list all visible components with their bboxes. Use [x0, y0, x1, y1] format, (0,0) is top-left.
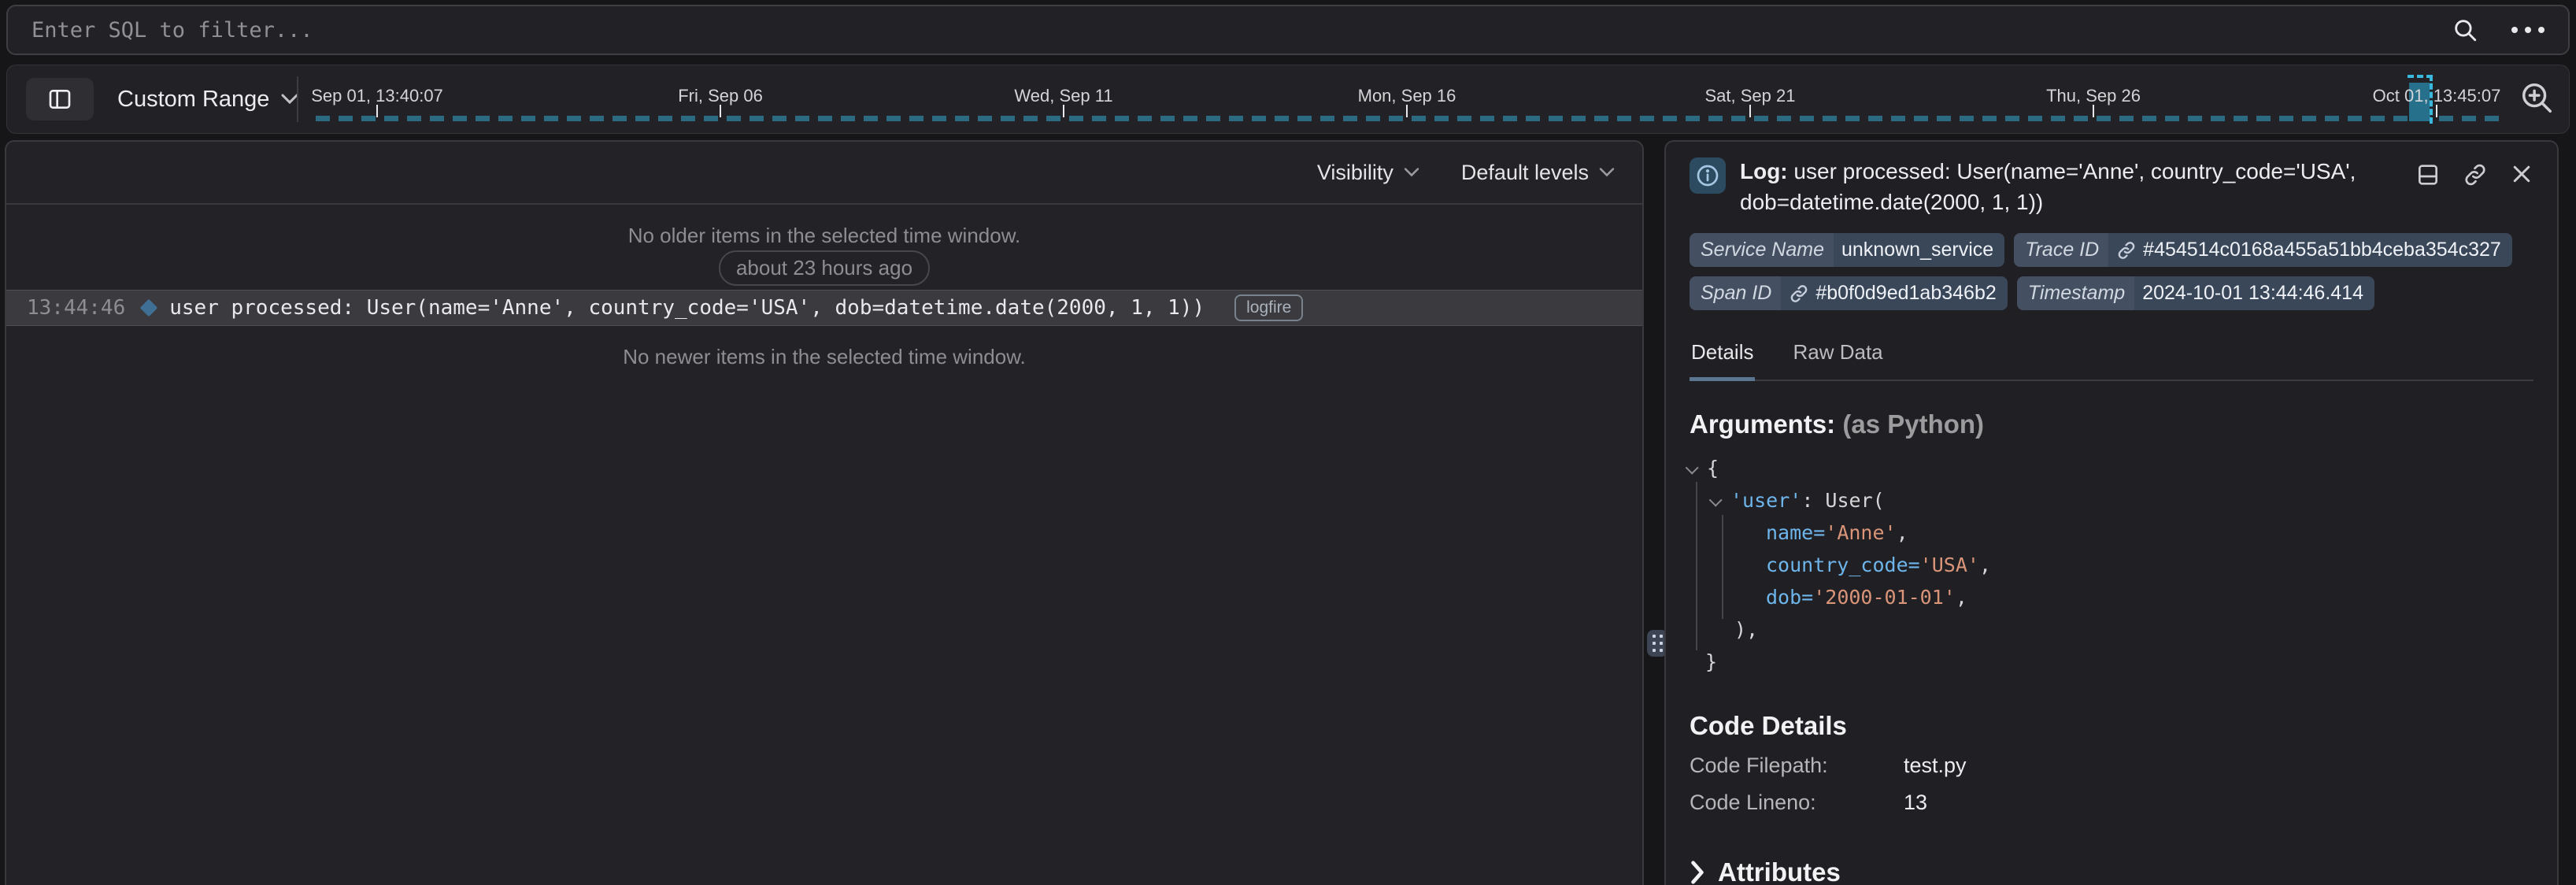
code-line: }	[1690, 646, 2533, 678]
indent-guide	[1722, 515, 1723, 619]
timeline-tick-mark	[2093, 105, 2094, 117]
badge-value: #454514c0168a455a51bb4ceba354c327	[2108, 233, 2512, 267]
code-detail-row: Code Filepath:test.py	[1690, 754, 2533, 778]
detail-title: Log: user processed: User(name='Anne', c…	[1740, 156, 2415, 217]
time-range-label: Custom Range	[117, 87, 269, 113]
badge-value: 2024-10-01 13:44:46.414	[2134, 276, 2374, 310]
log-message: user processed: User(name='Anne', countr…	[169, 296, 1205, 320]
meta-badge: Service Nameunknown_service	[1690, 233, 2004, 267]
log-list-body: No older items in the selected time wind…	[6, 205, 1642, 885]
meta-badge: Timestamp2024-10-01 13:44:46.414	[2017, 276, 2374, 310]
badge-label: Timestamp	[2017, 276, 2134, 310]
code-line: name='Anne',	[1690, 517, 2533, 549]
code-line: dob='2000-01-01',	[1690, 581, 2533, 613]
sidebar-toggle-button[interactable]	[26, 78, 94, 120]
timeline-tick-mark	[2436, 105, 2437, 117]
badge-value: #b0f0d9ed1ab346b2	[1781, 276, 2007, 310]
timeline-tick-mark	[1063, 105, 1064, 117]
visibility-dropdown[interactable]: Visibility	[1317, 161, 1420, 185]
chevron-right-icon	[1690, 861, 1705, 884]
timeline-tick-mark	[1749, 105, 1751, 117]
detail-title-text: user processed: User(name='Anne', countr…	[1740, 159, 2356, 214]
code-detail-value: test.py	[1904, 754, 1967, 778]
sql-filter-bar[interactable]: Enter SQL to filter...	[6, 5, 2570, 55]
badges: Service Nameunknown_service Trace ID #454…	[1690, 233, 2527, 310]
attributes-toggle[interactable]: Attributes	[1690, 857, 2533, 885]
attributes-label: Attributes	[1718, 857, 1841, 885]
timeline-tick-label: Sat, Sep 21	[1705, 86, 1796, 106]
code-line: ),	[1690, 613, 2533, 646]
code-details-rows: Code Filepath:test.pyCode Lineno:13	[1690, 754, 2533, 815]
timeline-divider	[297, 76, 298, 122]
timeline-tick-label: Mon, Sep 16	[1358, 86, 1456, 106]
timeline-tick-label: Sep 01, 13:40:07	[311, 86, 443, 106]
collapse-caret-icon[interactable]	[1709, 494, 1723, 507]
close-icon[interactable]	[2510, 162, 2533, 186]
timeline-track[interactable]: Sep 01, 13:40:07Fri, Sep 06Wed, Sep 11Mo…	[316, 65, 2500, 133]
more-options-icon[interactable]	[2511, 27, 2545, 33]
collapse-caret-icon[interactable]	[1686, 461, 1699, 475]
timeline-tick-mark	[1406, 105, 1408, 117]
timeline-tick-label: Oct 01, 13:45:07	[2373, 86, 2501, 106]
arguments-code-tree: {'user': User(name='Anne',country_code='…	[1690, 452, 2533, 678]
log-time: 13:44:46	[27, 296, 125, 320]
default-levels-label: Default levels	[1461, 161, 1589, 185]
copy-link-icon[interactable]	[2463, 162, 2488, 187]
code-detail-row: Code Lineno:13	[1690, 791, 2533, 815]
zoom-in-icon	[2519, 80, 2555, 116]
app-window: Enter SQL to filter... Custom Range Sep …	[0, 0, 2576, 885]
sidebar-toggle-icon	[47, 87, 72, 112]
badge-label: Trace ID	[2014, 233, 2108, 267]
tabs: Details Raw Data	[1690, 331, 2533, 381]
search-icon[interactable]	[2452, 17, 2478, 43]
timeline-tick-label: Thu, Sep 26	[2046, 86, 2141, 106]
log-level-diamond-icon	[140, 299, 158, 317]
tab-raw-data[interactable]: Raw Data	[1791, 331, 1884, 380]
timeline-tick-mark	[376, 105, 378, 117]
timeline-baseline	[316, 116, 2500, 121]
timeline-tick-label: Wed, Sep 11	[1014, 86, 1112, 106]
sql-filter-input[interactable]: Enter SQL to filter...	[31, 18, 2452, 43]
detail-header: Log: user processed: User(name='Anne', c…	[1690, 156, 2533, 217]
code-detail-label: Code Filepath:	[1690, 754, 1904, 778]
logfire-tag: logfire	[1234, 294, 1303, 321]
code-line: 'user': User(	[1690, 484, 2533, 517]
log-row[interactable]: 13:44:46 user processed: User(name='Anne…	[6, 290, 1642, 326]
info-icon	[1690, 157, 1726, 194]
timeline-tick-mark	[720, 105, 721, 117]
meta-badge[interactable]: Span ID #b0f0d9ed1ab346b2	[1690, 276, 2008, 310]
link-icon[interactable]	[2116, 240, 2137, 261]
code-line: country_code='USA',	[1690, 549, 2533, 581]
time-range-selector[interactable]: Custom Range	[117, 65, 299, 133]
timeline-bar: Custom Range Sep 01, 13:40:07 Fri, Sep 06…	[6, 65, 2570, 134]
timeline-tick-label: Fri, Sep 06	[678, 86, 763, 106]
arguments-heading-text: Arguments:	[1690, 409, 1835, 439]
default-levels-dropdown[interactable]: Default levels	[1461, 161, 1616, 185]
log-list-panel: Visibility Default levels No older items…	[5, 140, 1644, 885]
indent-guide	[1696, 482, 1697, 650]
chevron-down-icon	[1598, 167, 1616, 178]
code-line: {	[1690, 452, 2533, 484]
dock-panel-icon[interactable]	[2415, 162, 2441, 187]
no-newer-message: No newer items in the selected time wind…	[6, 345, 1642, 369]
code-detail-value: 13	[1904, 791, 1927, 815]
badge-label: Span ID	[1690, 276, 1781, 310]
chevron-down-icon	[1403, 167, 1420, 178]
log-detail-panel: Log: user processed: User(name='Anne', c…	[1664, 140, 2559, 885]
arguments-heading: Arguments: (as Python)	[1690, 409, 2533, 439]
link-icon[interactable]	[1789, 283, 1809, 304]
zoom-in-button[interactable]	[2519, 80, 2555, 116]
no-older-message: No older items in the selected time wind…	[6, 224, 1642, 248]
code-detail-label: Code Lineno:	[1690, 791, 1904, 815]
time-ago-badge: about 23 hours ago	[719, 250, 930, 286]
detail-title-prefix: Log:	[1740, 159, 1788, 183]
badge-value: unknown_service	[1834, 233, 2004, 267]
visibility-label: Visibility	[1317, 161, 1393, 185]
code-details-heading: Code Details	[1690, 711, 2533, 741]
tab-details[interactable]: Details	[1690, 331, 1755, 381]
badge-label: Service Name	[1690, 233, 1834, 267]
meta-badge[interactable]: Trace ID #454514c0168a455a51bb4ceba354c3…	[2014, 233, 2512, 267]
arguments-heading-sub: (as Python)	[1842, 409, 1984, 439]
log-list-header: Visibility Default levels	[6, 142, 1642, 205]
